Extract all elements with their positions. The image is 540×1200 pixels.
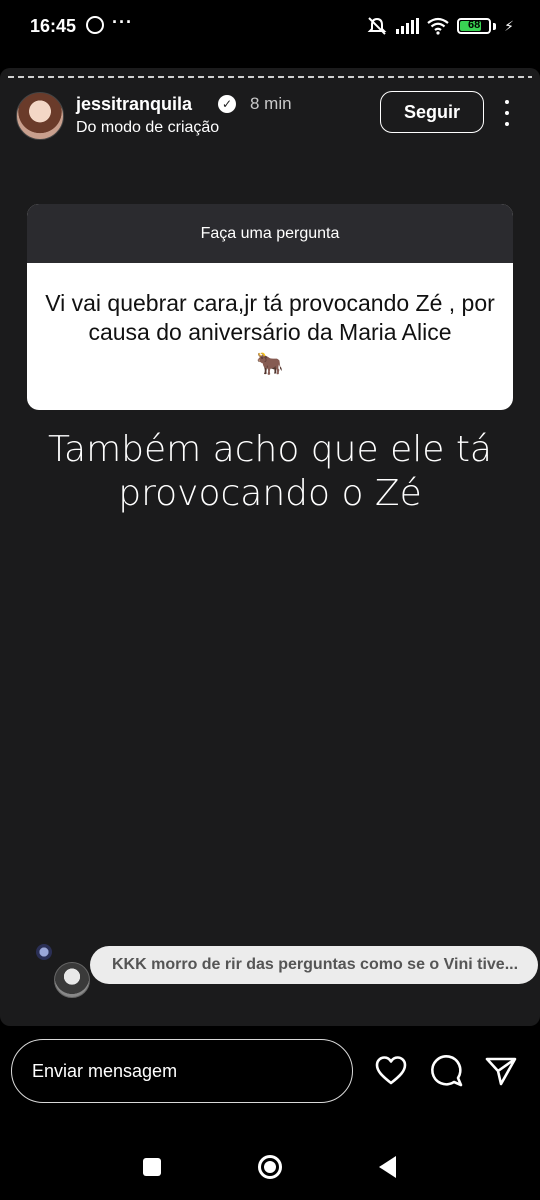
signal-icon [396, 18, 420, 34]
reply-avatar[interactable] [54, 962, 90, 998]
answer-text: Também acho que ele tá provocando o Zé [48, 429, 492, 514]
question-header: Faça uma pergunta [27, 204, 513, 263]
mute-icon [367, 17, 387, 35]
back-button[interactable] [376, 1154, 398, 1180]
share-send-icon[interactable] [484, 1054, 518, 1088]
status-bar: 16:45 ··· 68 ⚡ [0, 0, 540, 56]
status-icons: 68 ⚡ [366, 16, 514, 36]
send-message-input[interactable] [11, 1039, 353, 1103]
more-notifications-icon: ··· [112, 12, 133, 32]
status-time: 16:45 [30, 16, 77, 36]
battery-level: 68 [468, 19, 481, 31]
story-username[interactable]: jessitranquila [76, 94, 192, 115]
home-button[interactable] [257, 1154, 283, 1180]
avatar[interactable] [16, 92, 64, 140]
reply-bubble[interactable]: KKK morro de rir das perguntas como se o… [90, 946, 538, 984]
more-options-icon[interactable] [500, 100, 514, 126]
battery-tip [493, 22, 497, 30]
question-sticker[interactable]: Faça uma pergunta Vi vai quebrar cara,jr… [27, 204, 513, 410]
ox-emoji-icon: 🐂 [256, 351, 284, 376]
battery-icon: 68 [457, 18, 492, 34]
wifi-icon [427, 17, 449, 35]
recent-apps-button[interactable] [143, 1158, 161, 1176]
verified-badge-icon: ✓ [218, 95, 236, 113]
comment-icon[interactable] [430, 1054, 464, 1088]
charging-icon: ⚡ [504, 17, 514, 34]
story-subtitle[interactable]: Do modo de criação [76, 119, 219, 137]
story-progress-bar [8, 76, 532, 78]
story-time: 8 min [250, 94, 292, 113]
story-view[interactable]: jessitranquila ✓ 8 min Do modo de criaçã… [0, 68, 540, 1026]
heart-icon[interactable] [374, 1054, 408, 1088]
reply-avatar-small [36, 944, 52, 960]
question-body: Vi vai quebrar cara,jr tá provocando Zé … [27, 263, 513, 378]
question-text: Vi vai quebrar cara,jr tá provocando Zé … [45, 290, 495, 345]
whatsapp-icon [86, 16, 104, 34]
follow-button[interactable]: Seguir [380, 91, 484, 133]
